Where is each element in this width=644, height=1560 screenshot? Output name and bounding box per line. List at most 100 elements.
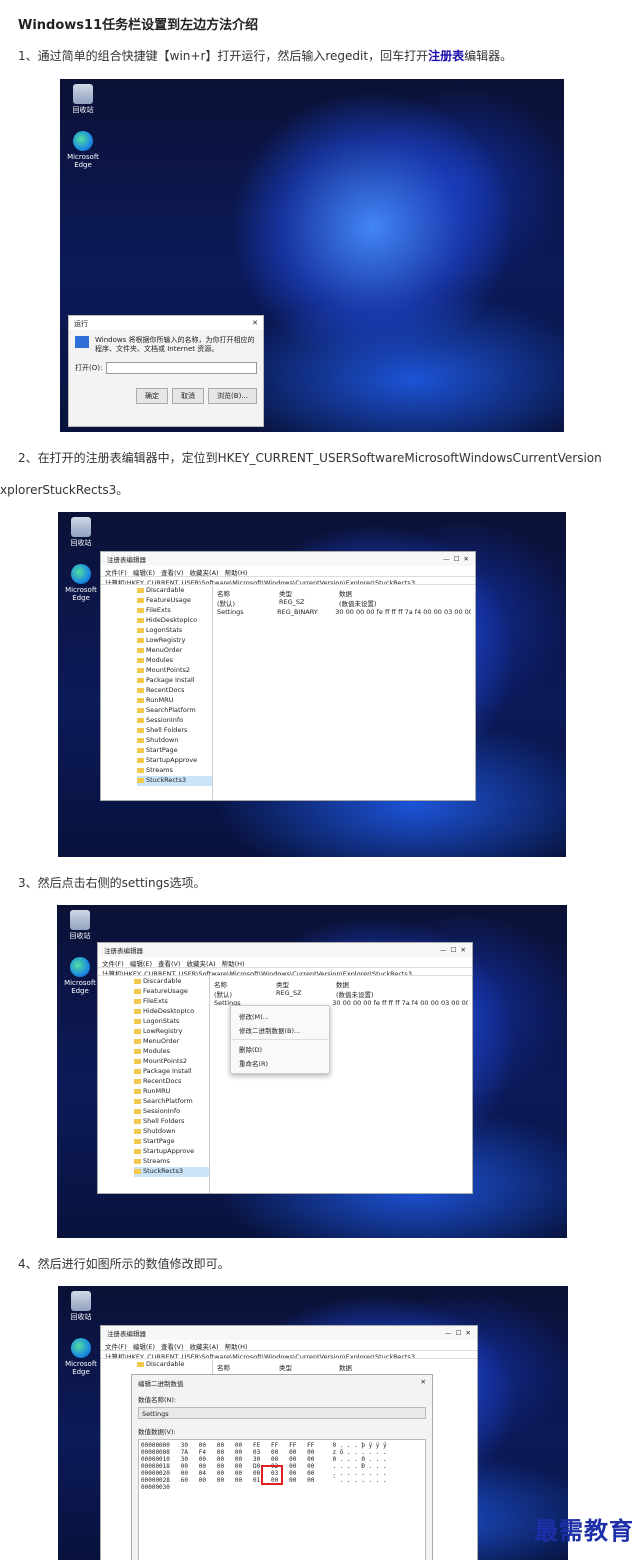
tree-item-selected[interactable]: StuckRects3 (134, 1167, 209, 1177)
tree-item[interactable]: Discardable (137, 1360, 212, 1370)
table-row[interactable]: (默认) REG_SZ (数值未设置) (214, 989, 468, 999)
desktop-recycle-bin[interactable]: 回收站 (64, 1291, 98, 1321)
menu-rename[interactable]: 重命名(R) (231, 1056, 329, 1070)
tree-item[interactable]: StartupApprove (137, 756, 212, 766)
tree-item[interactable]: Package Install (137, 676, 212, 686)
run-app-icon (75, 336, 89, 348)
menu-edit[interactable]: 编辑(E) (130, 958, 152, 968)
desktop-edge[interactable]: Microsoft Edge (63, 957, 97, 995)
tree-item[interactable]: MountPoints2 (137, 666, 212, 676)
tree-item[interactable]: FeatureUsage (134, 987, 209, 997)
tree-item[interactable]: LogonStats (137, 626, 212, 636)
window-controls[interactable]: — ☐ ✕ (443, 555, 469, 563)
tree-item[interactable]: Shutdown (137, 736, 212, 746)
tree-item[interactable]: FileExts (137, 606, 212, 616)
menu-edit[interactable]: 编辑(E) (133, 567, 155, 577)
tree-item[interactable]: Streams (137, 766, 212, 776)
menu-file[interactable]: 文件(F) (102, 958, 124, 968)
tree-item[interactable]: SessionInfo (134, 1107, 209, 1117)
tree-item[interactable]: Discardable (134, 977, 209, 987)
menu-favorites[interactable]: 收藏夹(A) (187, 958, 216, 968)
tree-item[interactable]: RecentDocs (137, 686, 212, 696)
hex-row: 00000000 30 00 00 00 FE FF FF FF 0 . . .… (141, 1442, 387, 1449)
highlight-box (261, 1465, 283, 1485)
tree-item[interactable]: StartupApprove (134, 1147, 209, 1157)
tree-item[interactable]: SessionInfo (137, 716, 212, 726)
ok-button[interactable]: 确定 (136, 388, 169, 404)
value-name-field[interactable]: Settings (138, 1407, 426, 1419)
desktop-recycle-bin[interactable]: 回收站 (63, 910, 97, 940)
menu-bar: 文件(F) 编辑(E) 查看(V) 收藏夹(A) 帮助(H) (101, 1340, 477, 1351)
menu-file[interactable]: 文件(F) (105, 1341, 127, 1351)
window-controls[interactable]: — ☐ ✕ (440, 946, 466, 954)
tree-item[interactable]: RecentDocs (134, 1077, 209, 1087)
tree-item[interactable]: LowRegistry (137, 636, 212, 646)
tree-item[interactable]: SearchPlatform (134, 1097, 209, 1107)
desktop-recycle-bin[interactable]: 回收站 (66, 84, 100, 114)
tree-item[interactable]: Modules (134, 1047, 209, 1057)
tree-item[interactable]: Modules (137, 656, 212, 666)
tree-item[interactable]: StartPage (137, 746, 212, 756)
address-bar[interactable]: 计算机\HKEY_CURRENT_USER\Software\Microsoft… (98, 967, 472, 976)
tree-item[interactable]: MenuOrder (137, 646, 212, 656)
edge-icon (71, 1338, 91, 1358)
menu-help[interactable]: 帮助(H) (222, 958, 245, 968)
close-icon[interactable]: ✕ (252, 319, 258, 327)
menu-view[interactable]: 查看(V) (161, 567, 184, 577)
run-description: Windows 将根据你所输入的名称，为你打开相应的程序、文件夹、文档或 Int… (95, 336, 255, 353)
browse-button[interactable]: 浏览(B)... (208, 388, 257, 404)
tree-item[interactable]: Package Install (134, 1067, 209, 1077)
menu-delete[interactable]: 删除(D) (231, 1042, 329, 1056)
tree-item[interactable]: LogonStats (134, 1017, 209, 1027)
run-input[interactable] (106, 362, 257, 374)
window-controls[interactable]: — ☐ ✕ (445, 1329, 471, 1337)
run-dialog: 运行 ✕ Windows 将根据你所输入的名称，为你打开相应的程序、文件夹、文档或… (68, 315, 264, 427)
menu-favorites[interactable]: 收藏夹(A) (190, 567, 219, 577)
tree-item[interactable]: Shell Folders (134, 1117, 209, 1127)
tree-item[interactable]: MountPoints2 (134, 1057, 209, 1067)
menu-file[interactable]: 文件(F) (105, 567, 127, 577)
menu-view[interactable]: 查看(V) (158, 958, 181, 968)
tree-item[interactable]: RunMRU (134, 1087, 209, 1097)
menu-help[interactable]: 帮助(H) (225, 1341, 248, 1351)
address-bar[interactable]: 计算机\HKEY_CURRENT_USER\Software\Microsoft… (101, 576, 475, 585)
tree-item[interactable]: StartPage (134, 1137, 209, 1147)
step-2-line-1: 2、在打开的注册表编辑器中，定位到HKEY_CURRENT_USERSoftwa… (18, 451, 602, 465)
tree-item[interactable]: RunMRU (137, 696, 212, 706)
tree-item[interactable]: MenuOrder (134, 1037, 209, 1047)
menu-modify-binary[interactable]: 修改二进制数据(B)... (231, 1023, 329, 1037)
tree-item[interactable]: Streams (134, 1157, 209, 1167)
menu-separator (231, 1039, 329, 1040)
tree-item[interactable]: Shutdown (134, 1127, 209, 1137)
address-bar[interactable]: 计算机\HKEY_CURRENT_USER\Software\Microsoft… (101, 1350, 477, 1359)
tree-item[interactable]: SearchPlatform (137, 706, 212, 716)
tree-item[interactable]: Discardable (137, 586, 212, 596)
tree-item[interactable]: Shell Folders (137, 726, 212, 736)
regedit-window: 注册表编辑器 — ☐ ✕ 文件(F) 编辑(E) 查看(V) 收藏夹(A) 帮助(H) 计… (97, 942, 473, 1194)
table-row[interactable]: Settings REG_BINARY 30 00 00 00 fe ff ff f… (217, 608, 471, 618)
step-2-line-2: xplorerStuckRects3。 (0, 483, 129, 497)
hex-data-editor[interactable]: 00000000 30 00 00 00 FE FF FF FF 0 . . .… (138, 1439, 426, 1560)
list-header: 名称 类型 数据 (217, 1364, 352, 1372)
list-header: 名称 类型 数据 (217, 590, 352, 598)
tree-item[interactable]: HideDesktopIco (134, 1007, 209, 1017)
cancel-button[interactable]: 取消 (172, 388, 205, 404)
desktop-edge[interactable]: Microsoft Edge (64, 1338, 98, 1376)
regedit-link[interactable]: 注册表 (428, 49, 464, 63)
tree-item[interactable]: LowRegistry (134, 1027, 209, 1037)
table-row[interactable]: (默认) REG_SZ (数值未设置) (217, 598, 471, 608)
menu-favorites[interactable]: 收藏夹(A) (190, 1341, 219, 1351)
desktop-edge[interactable]: Microsoft Edge (66, 131, 100, 169)
desktop-recycle-bin[interactable]: 回收站 (64, 517, 98, 547)
tree-item[interactable]: HideDesktopIco (137, 616, 212, 626)
close-icon[interactable]: ✕ (421, 1378, 426, 1388)
menu-help[interactable]: 帮助(H) (225, 567, 248, 577)
tree-item[interactable]: FileExts (134, 997, 209, 1007)
menu-view[interactable]: 查看(V) (161, 1341, 184, 1351)
tree-item-selected[interactable]: StuckRects3 (137, 776, 212, 786)
value-list: 名称 类型 数据 (默认) REG_SZ (数值未设置) Settings REG_BIN… (213, 586, 475, 800)
desktop-edge[interactable]: Microsoft Edge (64, 564, 98, 602)
tree-item[interactable]: FeatureUsage (137, 596, 212, 606)
menu-modify[interactable]: 修改(M)... (231, 1009, 329, 1023)
menu-edit[interactable]: 编辑(E) (133, 1341, 155, 1351)
